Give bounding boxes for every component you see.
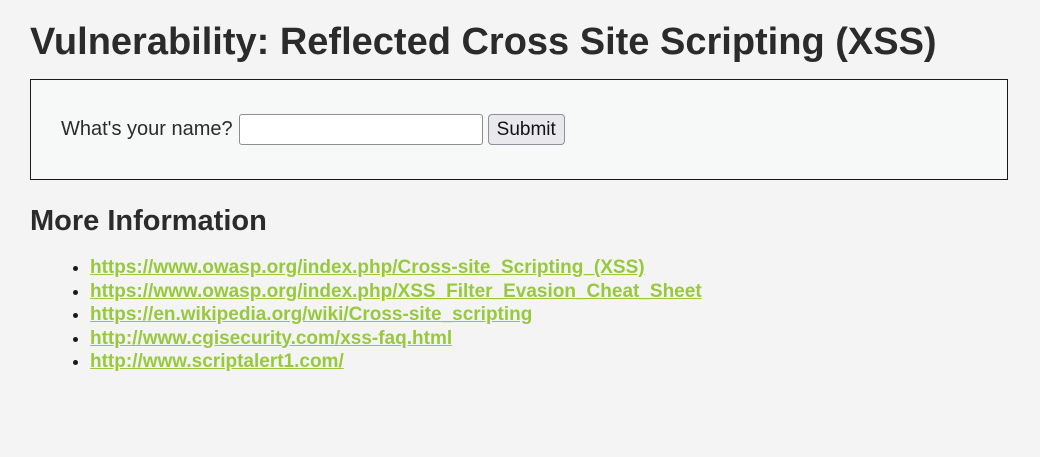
name-label: What's your name?	[61, 118, 233, 140]
link-cgisecurity-faq[interactable]: http://www.cgisecurity.com/xss-faq.html	[90, 328, 452, 349]
list-item: http://www.scriptalert1.com/	[90, 350, 1010, 374]
vulnerable-code-area: What's your name? Submit	[30, 79, 1008, 180]
link-owasp-filter-evasion[interactable]: https://www.owasp.org/index.php/XSS_Filt…	[90, 281, 702, 302]
link-wikipedia-xss[interactable]: https://en.wikipedia.org/wiki/Cross-site…	[90, 304, 532, 325]
page-body: Vulnerability: Reflected Cross Site Scri…	[0, 0, 1040, 374]
list-item: https://en.wikipedia.org/wiki/Cross-site…	[90, 303, 1010, 327]
more-information-list: https://www.owasp.org/index.php/Cross-si…	[30, 256, 1010, 374]
link-scriptalert1[interactable]: http://www.scriptalert1.com/	[90, 351, 344, 372]
more-information-heading: More Information	[30, 205, 267, 237]
list-item: https://www.owasp.org/index.php/Cross-si…	[90, 256, 1010, 280]
page-title: Vulnerability: Reflected Cross Site Scri…	[30, 21, 937, 63]
list-item: http://www.cgisecurity.com/xss-faq.html	[90, 327, 1010, 351]
name-form: What's your name? Submit	[61, 114, 565, 145]
name-input[interactable]	[238, 114, 483, 145]
list-item: https://www.owasp.org/index.php/XSS_Filt…	[90, 280, 1010, 304]
link-owasp-xss[interactable]: https://www.owasp.org/index.php/Cross-si…	[90, 257, 645, 278]
submit-button[interactable]: Submit	[487, 114, 565, 145]
